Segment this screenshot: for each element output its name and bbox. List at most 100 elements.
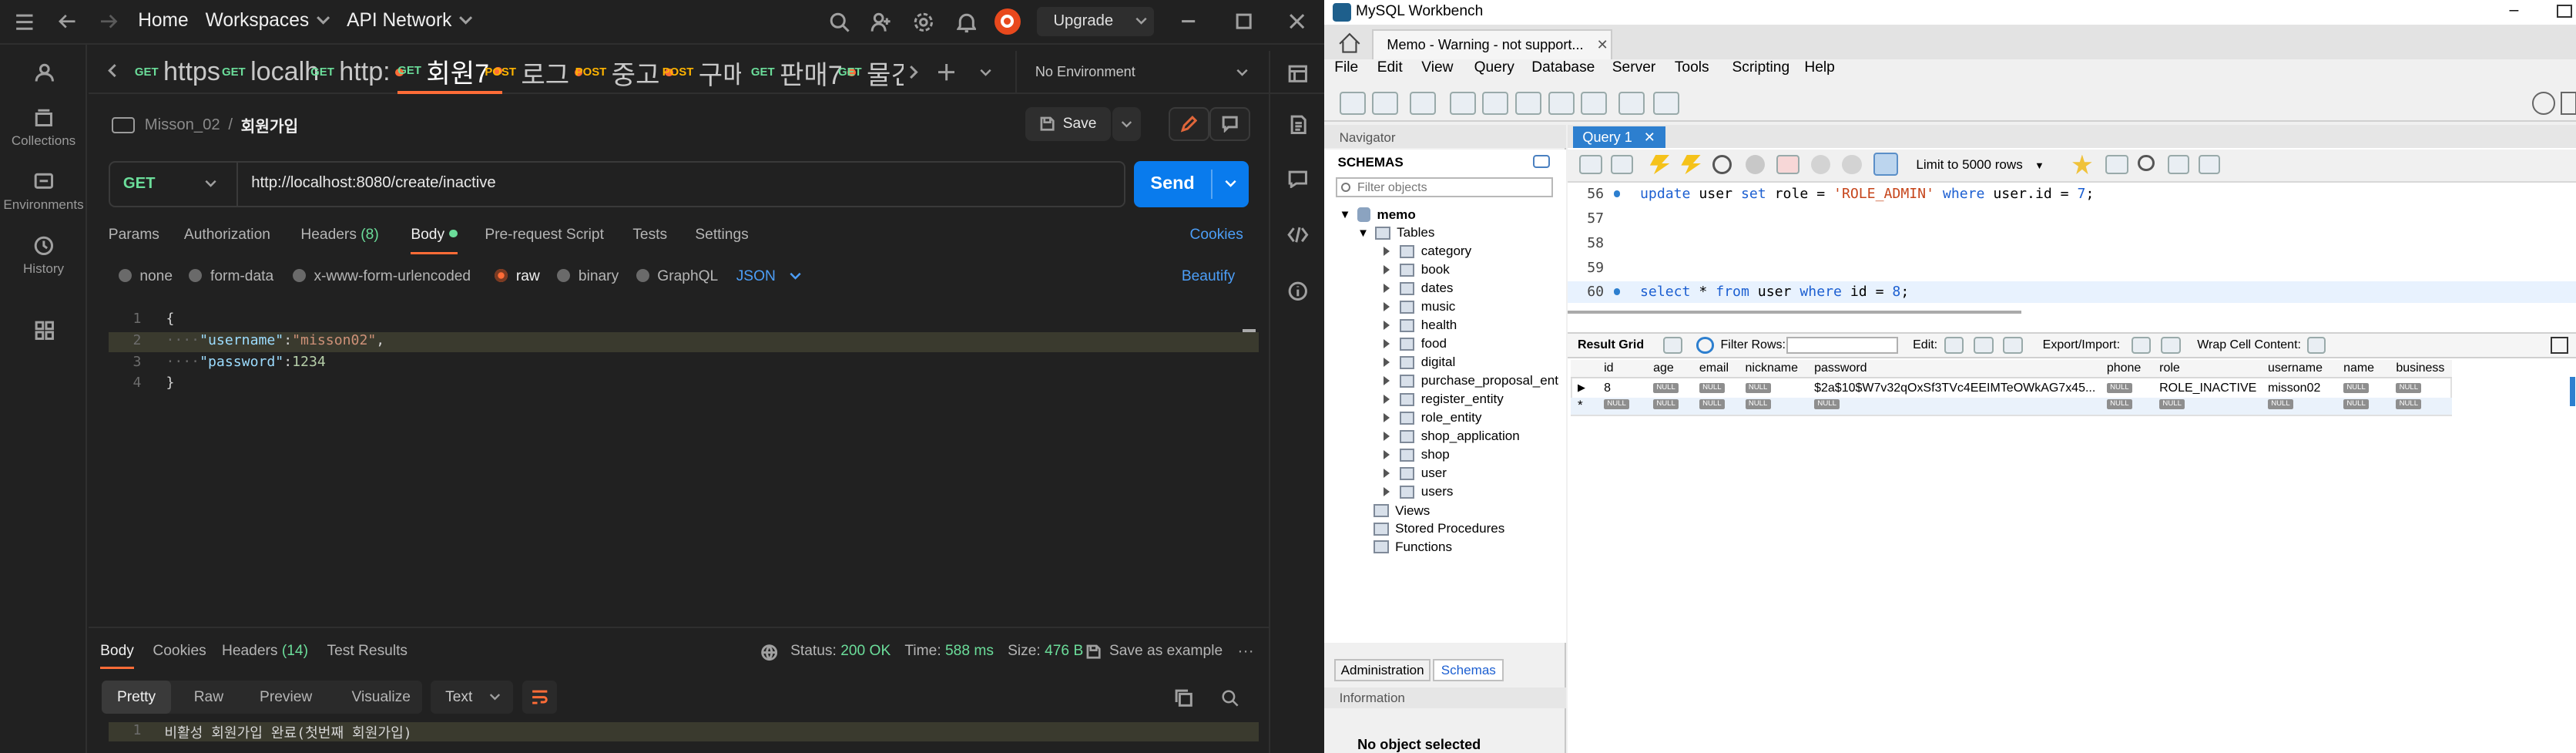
result-side-handle[interactable] (2570, 376, 2575, 406)
maximize-icon[interactable] (2557, 5, 2572, 18)
reconnect-icon[interactable] (1653, 92, 1680, 116)
column-header[interactable]: nickname (1746, 361, 1798, 375)
info-icon[interactable] (1286, 280, 1310, 303)
save-options-chevron-icon[interactable] (1112, 106, 1141, 142)
cell-password[interactable]: $2a$10$W7v32qOxSf3TVc4EEIMTeOWkAG7x45... (1814, 382, 2097, 395)
copy-icon[interactable] (1173, 687, 1195, 709)
apps-grid-icon[interactable] (32, 318, 58, 344)
tree-table[interactable]: music (1384, 299, 1455, 314)
request-tab[interactable]: POST 중고 (575, 51, 673, 93)
menu-view[interactable]: View (1421, 59, 1453, 76)
filter-objects-input[interactable]: Filter objects (1336, 177, 1553, 197)
new-tab-plus-icon[interactable] (935, 61, 958, 84)
wrap-cell-icon[interactable] (2307, 337, 2326, 354)
resp-tab-headers[interactable]: Headers (14) (222, 643, 308, 660)
resp-tab-test-results[interactable]: Test Results (327, 643, 408, 660)
cell-role[interactable]: ROLE_INACTIVE (2159, 382, 2256, 395)
search-icon[interactable] (827, 10, 853, 35)
menu-query[interactable]: Query (1474, 59, 1514, 76)
chevron-right-icon[interactable] (905, 62, 921, 82)
cell-null[interactable]: NULL (1604, 399, 1630, 410)
column-header[interactable]: password (1814, 361, 1867, 375)
wrap-lines-icon[interactable] (522, 681, 558, 714)
new-row[interactable]: * NULL NULL NULL NULL NULL NULL NULL NUL… (1571, 398, 2452, 415)
hamburger-menu-icon[interactable] (13, 12, 36, 33)
execute-current-lightning-icon[interactable] (1681, 154, 1701, 175)
open-sql-script-icon[interactable] (1372, 92, 1399, 116)
column-header[interactable]: business (2396, 361, 2444, 375)
beautify-link[interactable]: Beautify (1182, 268, 1235, 285)
close-window-icon[interactable] (1285, 10, 1308, 33)
radio-urlencoded[interactable]: x-www-form-urlencoded (292, 268, 471, 285)
send-button[interactable]: Send (1133, 161, 1249, 207)
toggle-sidebar-icon[interactable] (2560, 92, 2576, 116)
settings-gear-icon[interactable] (911, 10, 937, 35)
avatar[interactable] (994, 8, 1021, 35)
radio-binary[interactable]: binary (557, 268, 619, 285)
radio-raw[interactable]: raw (495, 268, 540, 285)
import-icon[interactable] (2161, 337, 2181, 354)
tab-schemas[interactable]: Schemas (1433, 659, 1504, 681)
sidebar-item-history[interactable]: History (0, 235, 87, 277)
editor-horizontal-scrollbar[interactable] (1568, 311, 2021, 314)
add-snippet-star-icon[interactable] (2072, 154, 2092, 175)
cell-id[interactable]: 8 (1604, 382, 1611, 395)
back-arrow-icon[interactable] (56, 10, 79, 33)
invisible-chars-icon[interactable] (2167, 154, 2189, 175)
resp-tab-cookies[interactable]: Cookies (153, 643, 206, 660)
radio-form-data[interactable]: form-data (189, 268, 273, 285)
menu-edit[interactable]: Edit (1377, 59, 1403, 76)
radio-graphql[interactable]: GraphQL (636, 268, 718, 285)
tree-table[interactable]: digital (1384, 355, 1455, 370)
invite-user-icon[interactable] (867, 10, 894, 35)
maximize-icon[interactable] (1233, 10, 1256, 33)
view-pretty[interactable]: Pretty (102, 681, 171, 714)
request-body-editor[interactable]: 1{ 2 ···· "username": "misson02", 3 ···· "pa… (108, 311, 1259, 623)
tree-table[interactable]: users (1384, 484, 1453, 499)
column-header[interactable]: phone (2107, 361, 2141, 375)
workspaces-menu[interactable]: Workspaces (206, 10, 330, 32)
tab-tests[interactable]: Tests (632, 227, 667, 244)
menu-help[interactable]: Help (1804, 59, 1834, 76)
save-button[interactable]: Save (1025, 106, 1112, 142)
auto-commit-toggle-icon[interactable] (1873, 153, 1898, 176)
cell-business-null[interactable]: NULL (2396, 383, 2422, 393)
create-view-icon[interactable] (1514, 92, 1542, 116)
home-icon[interactable] (1334, 29, 1363, 55)
explain-magnifier-icon[interactable] (1712, 154, 1732, 175)
create-schema-icon[interactable] (1449, 92, 1476, 116)
cell-null[interactable]: NULL (1745, 399, 1771, 410)
tree-functions[interactable]: Functions (1374, 540, 1452, 555)
request-tab[interactable]: POST 구매자 (662, 51, 741, 93)
tab-headers[interactable]: Headers (8) (300, 227, 378, 244)
cell-null[interactable]: NULL (2106, 399, 2132, 410)
menu-file[interactable]: File (1334, 59, 1358, 76)
send-options-chevron-icon[interactable] (1224, 180, 1237, 188)
comments-icon[interactable] (1286, 168, 1310, 191)
view-visualize[interactable]: Visualize (352, 689, 411, 706)
resp-tab-body[interactable]: Body (100, 643, 134, 669)
table-row[interactable]: ▶ 8 NULL NULL NULL $2a$10$W7v32qOxSf3TVc… (1571, 380, 2451, 398)
tree-table[interactable]: user (1384, 466, 1447, 481)
tab-settings[interactable]: Settings (695, 227, 748, 244)
cell-null[interactable]: NULL (2343, 399, 2370, 410)
size-value[interactable]: 476 B (1045, 643, 1083, 659)
method-select[interactable]: GET (110, 163, 239, 206)
menu-database[interactable]: Database (1531, 59, 1595, 76)
toggle-results-panel-icon[interactable] (2550, 337, 2569, 354)
column-header[interactable]: role (2159, 361, 2180, 375)
tab-pre-request-script[interactable]: Pre-request Script (485, 227, 604, 244)
tab-authorization[interactable]: Authorization (184, 227, 270, 244)
tree-stored-procedures[interactable]: Stored Procedures (1374, 521, 1504, 536)
menu-tools[interactable]: Tools (1675, 59, 1709, 76)
close-tab-icon[interactable]: ✕ (1597, 37, 1608, 53)
search-table-data-icon[interactable] (1618, 92, 1645, 116)
sidebar-item-environments[interactable]: Environments (0, 171, 87, 213)
home-link[interactable]: Home (138, 10, 188, 32)
tree-schema-memo[interactable]: ▼ memo (1340, 207, 1416, 223)
api-network-menu[interactable]: API Network (347, 10, 473, 32)
insert-row-icon[interactable] (1974, 337, 1994, 354)
cell-null[interactable]: NULL (2267, 399, 2293, 410)
minimize-icon[interactable]: – (2510, 0, 2519, 19)
query-tab[interactable]: Query 1 ✕ (1572, 126, 1665, 148)
